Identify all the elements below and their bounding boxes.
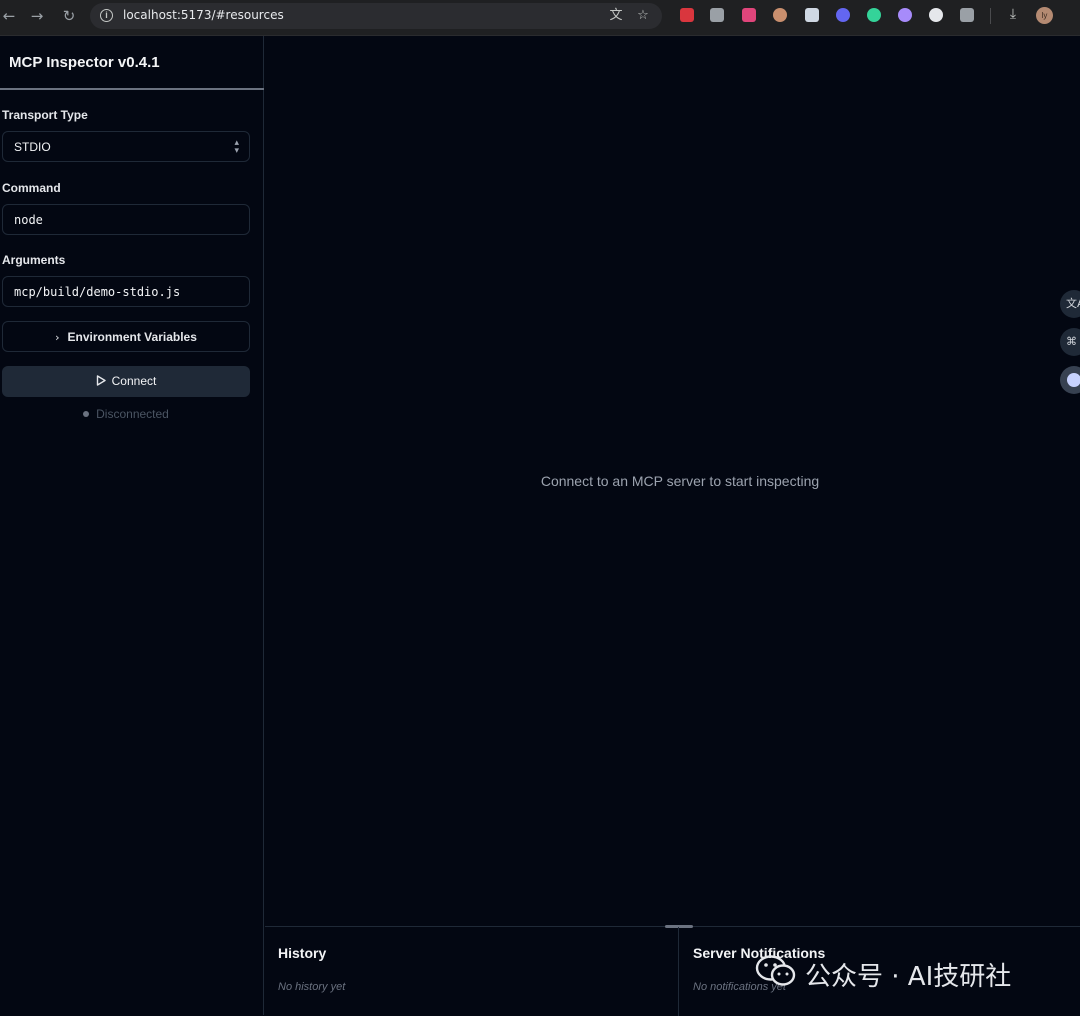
command-input[interactable]: node	[2, 204, 250, 235]
url-text[interactable]: localhost:5173/#resources	[123, 8, 284, 22]
transport-type-value: STDIO	[14, 140, 51, 154]
main-content: Connect to an MCP server to start inspec…	[265, 36, 1080, 926]
status-text: Disconnected	[96, 406, 169, 421]
status-dot	[83, 410, 90, 417]
transport-type-label: Transport Type	[2, 108, 88, 122]
connection-status: Disconnected	[0, 405, 252, 423]
toolbar-divider	[990, 8, 991, 24]
sidebar: MCP Inspector v0.4.1 Transport Type STDI…	[0, 36, 264, 1015]
translate-float-icon[interactable]: 文A	[1060, 290, 1080, 318]
forward-arrow-icon[interactable]: →	[28, 7, 46, 25]
play-icon	[96, 375, 106, 386]
arguments-label: Arguments	[2, 253, 66, 267]
browser-extension-icon[interactable]	[680, 8, 694, 22]
browser-extension-icon[interactable]	[742, 8, 756, 22]
title-divider	[0, 88, 264, 90]
assistant-float-icon[interactable]	[1060, 366, 1080, 394]
history-panel: History No history yet	[265, 927, 679, 1016]
command-value: node	[14, 213, 43, 227]
address-bar[interactable]: i localhost:5173/#resources 文 ☆	[90, 3, 662, 29]
reload-icon[interactable]: ↻	[60, 7, 78, 25]
transport-type-select[interactable]: STDIO ▴ ▾	[2, 131, 250, 162]
wechat-logo-icon	[755, 955, 796, 986]
environment-variables-label: Environment Variables	[67, 330, 197, 344]
bookmark-star-icon[interactable]: ☆	[635, 8, 651, 24]
history-empty-text: No history yet	[278, 981, 346, 993]
arguments-value: mcp/build/demo-stdio.js	[14, 285, 181, 299]
download-icon[interactable]: ⤓	[1005, 6, 1021, 24]
browser-extension-icon[interactable]	[836, 8, 850, 22]
browser-extension-icon[interactable]	[710, 8, 724, 22]
bot-face-icon	[1067, 373, 1080, 387]
empty-state-message: Connect to an MCP server to start inspec…	[540, 473, 820, 489]
site-info-icon[interactable]: i	[100, 9, 113, 22]
browser-extension-icon[interactable]	[867, 8, 881, 22]
arguments-input[interactable]: mcp/build/demo-stdio.js	[2, 276, 250, 307]
back-arrow-icon[interactable]: ←	[0, 7, 18, 25]
watermark-text: 公众号 · AI技研社	[805, 962, 1012, 992]
browser-extension-icon[interactable]	[898, 8, 912, 22]
connect-label: Connect	[111, 374, 157, 388]
browser-toolbar: ← → ↻ i localhost:5173/#resources 文 ☆ ⤓ …	[0, 0, 1080, 36]
profile-avatar[interactable]: ly	[1036, 7, 1053, 24]
history-title: History	[278, 945, 327, 961]
browser-extension-icon[interactable]	[929, 8, 943, 22]
connect-button[interactable]: Connect	[2, 366, 250, 397]
browser-extension-icon[interactable]	[960, 8, 974, 22]
chevron-right-icon: ›	[55, 331, 60, 344]
browser-extension-icon[interactable]	[805, 8, 819, 22]
browser-extension-icon[interactable]	[773, 8, 787, 22]
translate-icon[interactable]: 文	[608, 8, 624, 24]
command-float-icon[interactable]: ⌘	[1060, 328, 1080, 356]
chevron-updown-icon: ▴ ▾	[234, 138, 239, 156]
app-title: MCP Inspector v0.4.1	[9, 54, 160, 71]
command-label: Command	[2, 181, 61, 195]
environment-variables-button[interactable]: › Environment Variables	[2, 321, 250, 352]
